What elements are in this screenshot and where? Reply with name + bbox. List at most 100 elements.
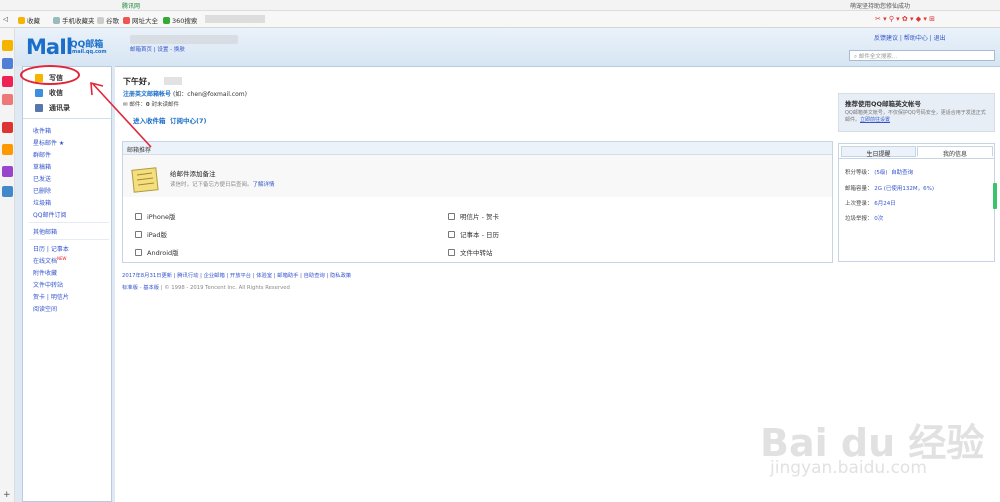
blurred-bookmarks <box>205 15 265 23</box>
header-links[interactable]: 邮箱首页 | 设置 - 换肤 <box>130 45 185 53</box>
watermark-url: jingyan.baidu.com <box>770 458 927 478</box>
info-panel: 生日提醒 我的信息 积分等级： (5级) 自助查询 邮箱容量： 2G (已使用1… <box>838 143 995 262</box>
star-icon <box>18 17 25 24</box>
english-account-promo: 推荐使用QQ邮箱英文帐号 QQ邮箱英文帐号，不仅保护QQ号码安全，更适合用于发送… <box>838 93 995 132</box>
app-file-transfer[interactable]: 文件中转站 <box>33 280 63 289</box>
enter-inbox-link[interactable]: 进入收件箱 <box>133 117 166 125</box>
receive-button[interactable]: 收信 <box>23 87 111 99</box>
footer-copyright: 标准版 - 基本版 | © 1998 - 2019 Tencent Inc. A… <box>122 285 290 291</box>
calendar-icon <box>448 231 455 238</box>
bookmark-nav[interactable]: 网址大全 <box>123 15 158 25</box>
header-right-links[interactable]: 反馈建议 | 帮助中心 | 退出 <box>874 33 946 42</box>
add-icon[interactable]: + <box>3 490 11 500</box>
info-spam-report: 垃圾举报： 0次 <box>845 216 884 222</box>
list-icon[interactable] <box>2 58 13 69</box>
qqmail-logo[interactable]: MaIl <box>26 35 73 59</box>
file-transfer-link[interactable]: 文件中转站 <box>448 247 493 257</box>
favorites-icon[interactable] <box>2 40 13 51</box>
browser-side-strip: + <box>0 28 15 502</box>
app-calendar-notes[interactable]: 日历 | 记事本 <box>33 244 69 253</box>
folder-subscription[interactable]: QQ邮件订阅 <box>33 210 66 219</box>
greeting: 下午好， <box>123 77 155 86</box>
folder-inbox[interactable]: 收件箱 <box>33 126 51 135</box>
self-query-link[interactable]: 自助查询 <box>891 170 913 176</box>
annotation-circle <box>20 65 80 85</box>
note-title: 给邮件添加备注 <box>170 170 216 178</box>
heart-icon <box>448 213 455 220</box>
nav-icon <box>123 17 130 24</box>
divider <box>23 118 111 119</box>
register-english-account[interactable]: 注册英文邮箱帐号 (如：chen@foxmail.com) <box>123 89 247 98</box>
doc-icon[interactable] <box>2 186 13 197</box>
postcard-link[interactable]: 明信片 - 贺卡 <box>448 211 499 221</box>
app-online-docs[interactable]: 在线文档NEW <box>33 256 67 265</box>
info-last-login: 上次登录： 6月24日 <box>845 201 896 207</box>
weibo-icon[interactable] <box>2 76 13 87</box>
scrollbar-thumb[interactable] <box>993 183 997 209</box>
page-icon <box>97 17 104 24</box>
bag-icon[interactable] <box>2 144 13 155</box>
mail-icon[interactable] <box>2 94 13 105</box>
divider <box>29 239 109 240</box>
promo-link[interactable]: 立即前往设置 <box>860 117 890 123</box>
tab-divider <box>839 158 994 159</box>
browser-title-bar: 腾讯网 萌宠坚持助您修仙成功 <box>0 0 1000 11</box>
note-desc: 读信时，记下备忘方便日后查阅。了解详情 <box>170 182 275 188</box>
ipad-link[interactable]: iPad版 <box>135 229 167 239</box>
note-feature-row <box>123 155 832 197</box>
android-link[interactable]: Android版 <box>135 247 179 257</box>
other-mailboxes[interactable]: 其他邮箱 <box>33 227 57 236</box>
blurred-username <box>130 35 238 44</box>
basic-version-link[interactable]: 基本版 <box>143 285 159 291</box>
app-attachments[interactable]: 附件收藏 <box>33 268 57 277</box>
subscription-center-link[interactable]: 订阅中心(7) <box>170 117 206 125</box>
folder-starred[interactable]: 星标邮件 ★ <box>33 138 64 147</box>
bookmark-mobile[interactable]: 手机收藏夹 <box>53 15 95 25</box>
bookmark-google[interactable]: 谷歌 <box>97 15 119 25</box>
info-capacity: 邮箱容量： 2G (已使用132M，6%) <box>845 186 935 192</box>
info-level: 积分等级： (5级) 自助查询 <box>845 170 914 176</box>
folder-group[interactable]: 群邮件 <box>33 150 51 159</box>
footer-links[interactable]: 2017年8月31日更新 | 腾讯行动 | 企业邮箱 | 开放平台 | 体验室 … <box>122 271 351 279</box>
bookmark-360[interactable]: 360搜索 <box>163 15 197 25</box>
app-cards[interactable]: 贺卡 | 明信片 <box>33 292 69 301</box>
tab-birthday[interactable]: 生日提醒 <box>841 146 916 158</box>
tab-my-info[interactable]: 我的信息 <box>917 146 993 158</box>
video-icon[interactable] <box>2 166 13 177</box>
note-paper-icon <box>131 167 159 193</box>
unread-count: ✉ 邮件：0 封未读邮件 <box>123 102 179 108</box>
back-icon[interactable]: ◁ <box>3 15 8 23</box>
browser-right-text: 萌宠坚持助您修仙成功 <box>850 3 911 10</box>
game-icon[interactable] <box>2 122 13 133</box>
divider <box>29 222 109 223</box>
toolbar-icons[interactable]: ✂ ▾ ⚲ ▾ ✿ ▾ ◆ ▾ ⊞ <box>875 15 935 23</box>
learn-more-link[interactable]: 了解详情 <box>253 182 275 188</box>
folder-sent[interactable]: 已发送 <box>33 174 51 183</box>
mail-sidebar: 写信 收信 通讯录 收件箱 星标邮件 ★ 群邮件 草稿箱 已发送 已删除 垃圾箱… <box>22 66 112 502</box>
promo-title: 推荐使用QQ邮箱英文帐号 <box>845 100 922 108</box>
apple-icon <box>135 213 142 220</box>
android-icon <box>135 249 142 256</box>
notes-calendar-link[interactable]: 记事本 - 日历 <box>448 229 499 239</box>
bookmark-favorites[interactable]: 收藏 <box>18 15 40 25</box>
blurred-name <box>164 77 182 85</box>
search-360-icon <box>163 17 170 24</box>
folder-deleted[interactable]: 已删除 <box>33 186 51 195</box>
contacts-icon <box>35 104 43 112</box>
mail-search-input[interactable]: ⌕ 邮件全文搜索... <box>849 50 995 61</box>
contacts-button[interactable]: 通讯录 <box>23 102 111 114</box>
folder-spam[interactable]: 垃圾箱 <box>33 198 51 207</box>
promo-desc: QQ邮箱英文帐号，不仅保护QQ号码安全，更适合用于发送正式邮件。立即前往设置 <box>845 110 986 123</box>
file-icon <box>448 249 455 256</box>
iphone-link[interactable]: iPhone版 <box>135 211 175 221</box>
browser-tab[interactable]: 腾讯网 <box>122 1 140 10</box>
standard-version-link[interactable]: 标准版 <box>122 285 138 291</box>
inbox-icon <box>35 89 43 97</box>
inbox-links[interactable]: 进入收件箱 订阅中心(7) <box>133 115 207 125</box>
folder-icon <box>53 17 60 24</box>
folder-drafts[interactable]: 草稿箱 <box>33 162 51 171</box>
new-badge: NEW <box>57 256 67 261</box>
app-reading[interactable]: 阅读空间 <box>33 304 57 313</box>
recommend-header: 邮箱推荐 <box>123 142 832 155</box>
bookmarks-bar: ◁ 收藏 手机收藏夹 谷歌 网址大全 360搜索 ✂ ▾ ⚲ ▾ ✿ ▾ ◆ ▾… <box>0 11 1000 28</box>
